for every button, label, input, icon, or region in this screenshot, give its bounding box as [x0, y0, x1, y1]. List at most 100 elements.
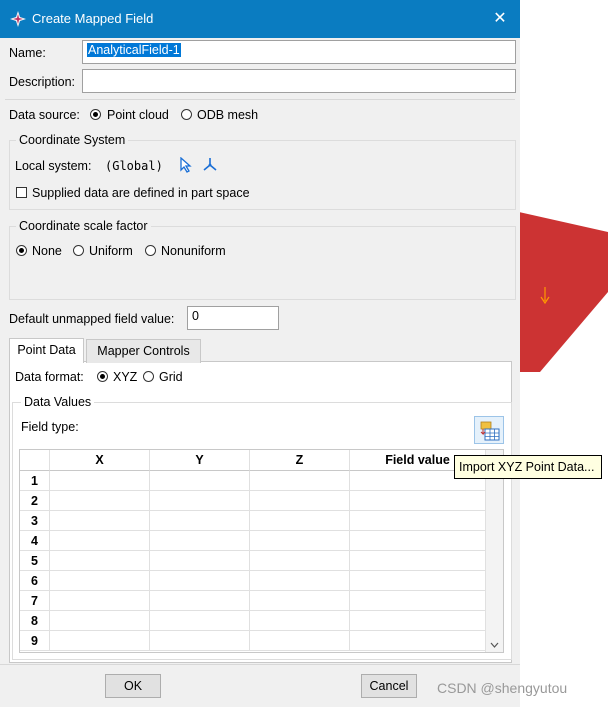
table-cell[interactable]: [350, 631, 486, 651]
table-cell[interactable]: [250, 611, 350, 631]
divider: [0, 664, 520, 665]
import-tooltip: Import XYZ Point Data...: [454, 455, 602, 479]
table-cell[interactable]: [250, 551, 350, 571]
table-cell[interactable]: [150, 611, 250, 631]
description-label: Description:: [9, 75, 75, 89]
table-cell[interactable]: [50, 471, 150, 491]
row-header[interactable]: 7: [20, 591, 50, 611]
row-header[interactable]: 4: [20, 531, 50, 551]
description-input[interactable]: [82, 69, 516, 93]
column-header-x[interactable]: X: [50, 450, 150, 471]
name-input[interactable]: AnalyticalField-1: [82, 40, 516, 64]
close-icon[interactable]: ✕: [486, 5, 514, 33]
tab-point-data[interactable]: Point Data: [9, 338, 84, 363]
table-cell[interactable]: [250, 511, 350, 531]
row-header[interactable]: 5: [20, 551, 50, 571]
ok-button[interactable]: OK: [105, 674, 161, 698]
default-value-input[interactable]: 0: [187, 306, 279, 330]
format-grid-radio[interactable]: [143, 371, 154, 382]
table-cell[interactable]: [150, 491, 250, 511]
format-grid-label[interactable]: Grid: [159, 370, 183, 384]
row-header[interactable]: 3: [20, 511, 50, 531]
table-cell[interactable]: [150, 531, 250, 551]
name-label: Name:: [9, 46, 46, 60]
scale-none-radio[interactable]: [16, 245, 27, 256]
table-cell[interactable]: [350, 571, 486, 591]
column-header-z[interactable]: Z: [250, 450, 350, 471]
table-cell[interactable]: [50, 511, 150, 531]
row-header[interactable]: 1: [20, 471, 50, 491]
scale-nonuniform-radio[interactable]: [145, 245, 156, 256]
table-cell[interactable]: [50, 531, 150, 551]
table-cell[interactable]: [150, 471, 250, 491]
point-cloud-radio[interactable]: [90, 109, 101, 120]
table-cell[interactable]: [350, 491, 486, 511]
scroll-down-icon[interactable]: [490, 642, 499, 648]
table-cell[interactable]: [150, 571, 250, 591]
coordinate-system-title: Coordinate System: [16, 133, 129, 147]
row-header[interactable]: 8: [20, 611, 50, 631]
table-cell[interactable]: [250, 631, 350, 651]
watermark: CSDN @shengyutou: [437, 680, 568, 696]
table-cell[interactable]: [50, 591, 150, 611]
abaqus-app-icon: [10, 11, 26, 27]
scale-none-label[interactable]: None: [32, 244, 62, 258]
select-cursor-icon[interactable]: [179, 157, 193, 173]
table-cell[interactable]: [50, 611, 150, 631]
row-header[interactable]: 6: [20, 571, 50, 591]
default-value-input-value: 0: [192, 309, 199, 323]
create-csys-icon[interactable]: [202, 156, 218, 172]
table-cell[interactable]: [250, 471, 350, 491]
local-system-value: (Global): [105, 159, 163, 173]
table-cell[interactable]: [250, 571, 350, 591]
odb-mesh-radio[interactable]: [181, 109, 192, 120]
data-table[interactable]: X Y Z Field value 123456789: [19, 449, 504, 653]
divider: [5, 99, 515, 100]
table-cell[interactable]: [350, 551, 486, 571]
table-vertical-scrollbar[interactable]: [485, 450, 503, 652]
import-xyz-button[interactable]: [474, 416, 504, 444]
table-cell[interactable]: [250, 531, 350, 551]
table-cell[interactable]: [350, 591, 486, 611]
tab-mapper-controls[interactable]: Mapper Controls: [86, 339, 201, 363]
cancel-button[interactable]: Cancel: [361, 674, 417, 698]
column-header-y[interactable]: Y: [150, 450, 250, 471]
data-source-label: Data source:: [9, 108, 80, 122]
window-title: Create Mapped Field: [32, 11, 154, 26]
scale-factor-title: Coordinate scale factor: [16, 219, 151, 233]
row-header[interactable]: 9: [20, 631, 50, 651]
table-corner: [20, 450, 50, 471]
supplied-part-space-label[interactable]: Supplied data are defined in part space: [32, 186, 250, 200]
format-xyz-radio[interactable]: [97, 371, 108, 382]
point-cloud-label[interactable]: Point cloud: [107, 108, 169, 122]
default-value-label: Default unmapped field value:: [9, 312, 175, 326]
name-input-value: AnalyticalField-1: [87, 43, 181, 57]
import-table-icon: [480, 421, 500, 441]
table-cell[interactable]: [150, 511, 250, 531]
data-values-title: Data Values: [21, 395, 95, 409]
scale-nonuniform-label[interactable]: Nonuniform: [161, 244, 226, 258]
row-header[interactable]: 2: [20, 491, 50, 511]
table-cell[interactable]: [50, 551, 150, 571]
table-cell[interactable]: [250, 591, 350, 611]
data-format-label: Data format:: [15, 370, 84, 384]
local-system-label: Local system:: [15, 159, 92, 173]
table-cell[interactable]: [350, 611, 486, 631]
table-cell[interactable]: [350, 511, 486, 531]
field-type-label: Field type:: [21, 420, 79, 434]
scale-uniform-label[interactable]: Uniform: [89, 244, 133, 258]
table-cell[interactable]: [150, 591, 250, 611]
table-cell[interactable]: [250, 491, 350, 511]
create-mapped-field-dialog: Create Mapped Field ✕ Name: AnalyticalFi…: [0, 0, 520, 707]
table-cell[interactable]: [50, 491, 150, 511]
format-xyz-label[interactable]: XYZ: [113, 370, 137, 384]
table-cell[interactable]: [150, 551, 250, 571]
odb-mesh-label[interactable]: ODB mesh: [197, 108, 258, 122]
scale-uniform-radio[interactable]: [73, 245, 84, 256]
supplied-part-space-checkbox[interactable]: [16, 187, 27, 198]
scale-factor-group: [9, 226, 516, 300]
table-cell[interactable]: [350, 531, 486, 551]
table-cell[interactable]: [50, 631, 150, 651]
table-cell[interactable]: [150, 631, 250, 651]
table-cell[interactable]: [50, 571, 150, 591]
